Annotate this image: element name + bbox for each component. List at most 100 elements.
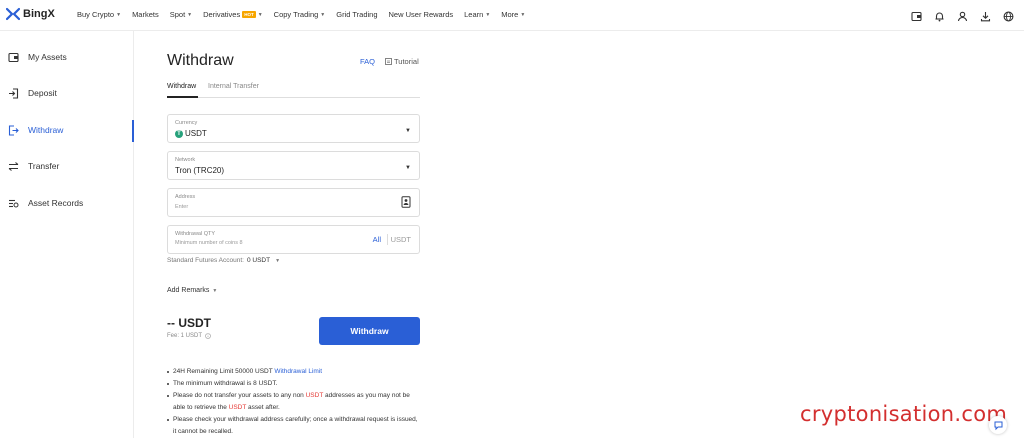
sidebar-item-label: Asset Records bbox=[28, 198, 84, 208]
page-title: Withdraw bbox=[167, 52, 234, 69]
qty-unit: USDT bbox=[390, 235, 411, 244]
address-label: Address bbox=[175, 194, 196, 200]
network-select[interactable]: Network Tron (TRC20) ▼ bbox=[167, 151, 420, 180]
qty-placeholder: Minimum number of coins 8 bbox=[175, 240, 243, 246]
nav-copy-trading[interactable]: Copy Trading ▼ bbox=[274, 10, 326, 19]
remarks-label: Add Remarks bbox=[167, 287, 210, 294]
hot-badge: HOT bbox=[242, 11, 256, 18]
withdrawal-limit-link[interactable]: Withdrawal Limit bbox=[274, 368, 322, 375]
sidebar-item-label: Withdraw bbox=[28, 125, 64, 135]
wallet-icon bbox=[8, 52, 19, 62]
currency-value: T USDT bbox=[175, 129, 207, 138]
network-value: Tron (TRC20) bbox=[175, 166, 225, 175]
nav-markets[interactable]: Markets bbox=[132, 10, 159, 19]
wallet-icon[interactable] bbox=[911, 9, 922, 22]
document-icon bbox=[385, 58, 392, 65]
futures-account-selector[interactable]: Standard Futures Account: 0 USDT ▼ bbox=[167, 257, 280, 264]
tutorial-link[interactable]: Tutorial bbox=[385, 57, 419, 66]
transfer-icon bbox=[8, 161, 19, 171]
currency-select[interactable]: Currency T USDT ▼ bbox=[167, 114, 420, 143]
sidebar-item-withdraw[interactable]: Withdraw bbox=[8, 120, 134, 140]
caret-down-icon: ▼ bbox=[212, 287, 218, 294]
bingx-logo-icon bbox=[6, 7, 20, 21]
sidebar-item-transfer[interactable]: Transfer bbox=[8, 156, 134, 176]
nav-label: Spot bbox=[169, 10, 186, 19]
note-item: 24H Remaining Limit 50000 USDT Withdrawa… bbox=[167, 366, 420, 378]
usdt-coin-icon: T bbox=[175, 129, 183, 138]
note-item: The minimum withdrawal is 8 USDT. bbox=[167, 378, 420, 390]
sidebar-item-asset-records[interactable]: Asset Records bbox=[8, 193, 134, 213]
tutorial-label: Tutorial bbox=[394, 57, 419, 66]
chevron-down-icon: ▼ bbox=[320, 11, 326, 18]
active-indicator bbox=[132, 120, 134, 142]
nav-derivatives[interactable]: Derivatives HOT ▼ bbox=[203, 10, 263, 19]
chevron-down-icon: ▼ bbox=[520, 11, 526, 18]
assets-sidebar: My Assets Deposit Withdraw Transfer Asse… bbox=[0, 31, 134, 438]
nav-label: Derivatives bbox=[203, 10, 241, 19]
deposit-icon bbox=[9, 87, 19, 99]
bingx-logo[interactable]: BingX bbox=[6, 7, 55, 21]
caret-down-icon: ▼ bbox=[275, 257, 281, 264]
note-text: Please do not transfer your assets to an… bbox=[173, 392, 306, 399]
sidebar-item-label: Deposit bbox=[28, 88, 57, 98]
caret-down-icon: ▼ bbox=[405, 128, 411, 134]
note-item: Please check your withdrawal address car… bbox=[167, 414, 420, 438]
support-chat-icon[interactable] bbox=[989, 416, 1007, 434]
nav-label: Learn bbox=[464, 10, 484, 19]
withdraw-icon bbox=[8, 124, 19, 136]
nav-spot[interactable]: Spot ▼ bbox=[170, 10, 192, 19]
chevron-down-icon: ▼ bbox=[257, 11, 263, 18]
bell-icon[interactable] bbox=[934, 9, 945, 22]
watermark: cryptonisation.com bbox=[800, 402, 1008, 426]
note-text: 24H Remaining Limit 50000 USDT bbox=[173, 368, 275, 375]
chevron-down-icon: ▼ bbox=[485, 11, 491, 18]
top-icons bbox=[911, 9, 1014, 22]
sidebar-item-my-assets[interactable]: My Assets bbox=[8, 47, 134, 67]
top-navigation-bar: BingX Buy Crypto ▼ Markets Spot ▼ Derivati… bbox=[0, 0, 1024, 31]
caret-down-icon: ▼ bbox=[405, 165, 411, 171]
currency-label: Currency bbox=[175, 120, 198, 126]
withdraw-button[interactable]: Withdraw bbox=[319, 317, 420, 345]
nav-more[interactable]: More ▼ bbox=[501, 10, 525, 19]
user-icon[interactable] bbox=[957, 9, 968, 22]
highlight-currency: USDT bbox=[228, 404, 247, 411]
futures-label: Standard Futures Account: bbox=[167, 257, 244, 264]
fee-value: Fee: 1 USDT bbox=[167, 333, 203, 339]
info-icon[interactable] bbox=[205, 333, 211, 339]
nav-new-user-rewards[interactable]: New User Rewards bbox=[389, 10, 454, 19]
divider bbox=[387, 234, 388, 245]
address-field[interactable]: Address Enter bbox=[167, 188, 420, 217]
records-icon bbox=[9, 199, 19, 207]
tab-withdraw[interactable]: Withdraw bbox=[167, 83, 196, 90]
main-nav: Buy Crypto ▼ Markets Spot ▼ Derivatives HOT… bbox=[77, 10, 536, 19]
address-placeholder: Enter bbox=[175, 204, 189, 210]
futures-value: 0 USDT bbox=[246, 257, 271, 264]
nav-grid-trading[interactable]: Grid Trading bbox=[336, 10, 377, 19]
nav-label: More bbox=[501, 10, 519, 19]
nav-label: Copy Trading bbox=[273, 10, 319, 19]
nav-label: Markets bbox=[132, 10, 159, 19]
nav-learn[interactable]: Learn ▼ bbox=[464, 10, 490, 19]
globe-icon[interactable] bbox=[1003, 9, 1014, 22]
withdraw-tabs: Withdraw Internal Transfer bbox=[167, 82, 420, 98]
address-book-icon[interactable] bbox=[401, 196, 411, 208]
highlight-currency: USDT bbox=[305, 392, 324, 399]
sidebar-item-label: Transfer bbox=[28, 161, 60, 171]
active-tab-underline bbox=[167, 96, 198, 98]
nav-buy-crypto[interactable]: Buy Crypto ▼ bbox=[77, 10, 121, 19]
download-icon[interactable] bbox=[980, 9, 991, 22]
nav-label: New User Rewards bbox=[388, 10, 454, 19]
sidebar-item-label: My Assets bbox=[28, 52, 67, 62]
withdrawal-qty-field[interactable]: Withdrawal QTY Minimum number of coins 8… bbox=[167, 225, 420, 254]
note-item: Please do not transfer your assets to an… bbox=[167, 390, 420, 414]
network-label: Network bbox=[175, 157, 196, 163]
faq-link[interactable]: FAQ bbox=[360, 57, 375, 66]
tab-internal-transfer[interactable]: Internal Transfer bbox=[208, 83, 259, 90]
receive-amount: -- USDT bbox=[167, 316, 211, 330]
currency-value-text: USDT bbox=[185, 129, 207, 138]
sidebar-item-deposit[interactable]: Deposit bbox=[8, 83, 134, 103]
all-button[interactable]: All bbox=[373, 235, 381, 244]
add-remarks-toggle[interactable]: Add Remarks ▼ bbox=[167, 287, 217, 294]
withdrawal-notes: 24H Remaining Limit 50000 USDT Withdrawa… bbox=[167, 366, 420, 438]
fee-text: Fee: 1 USDT bbox=[167, 333, 211, 339]
